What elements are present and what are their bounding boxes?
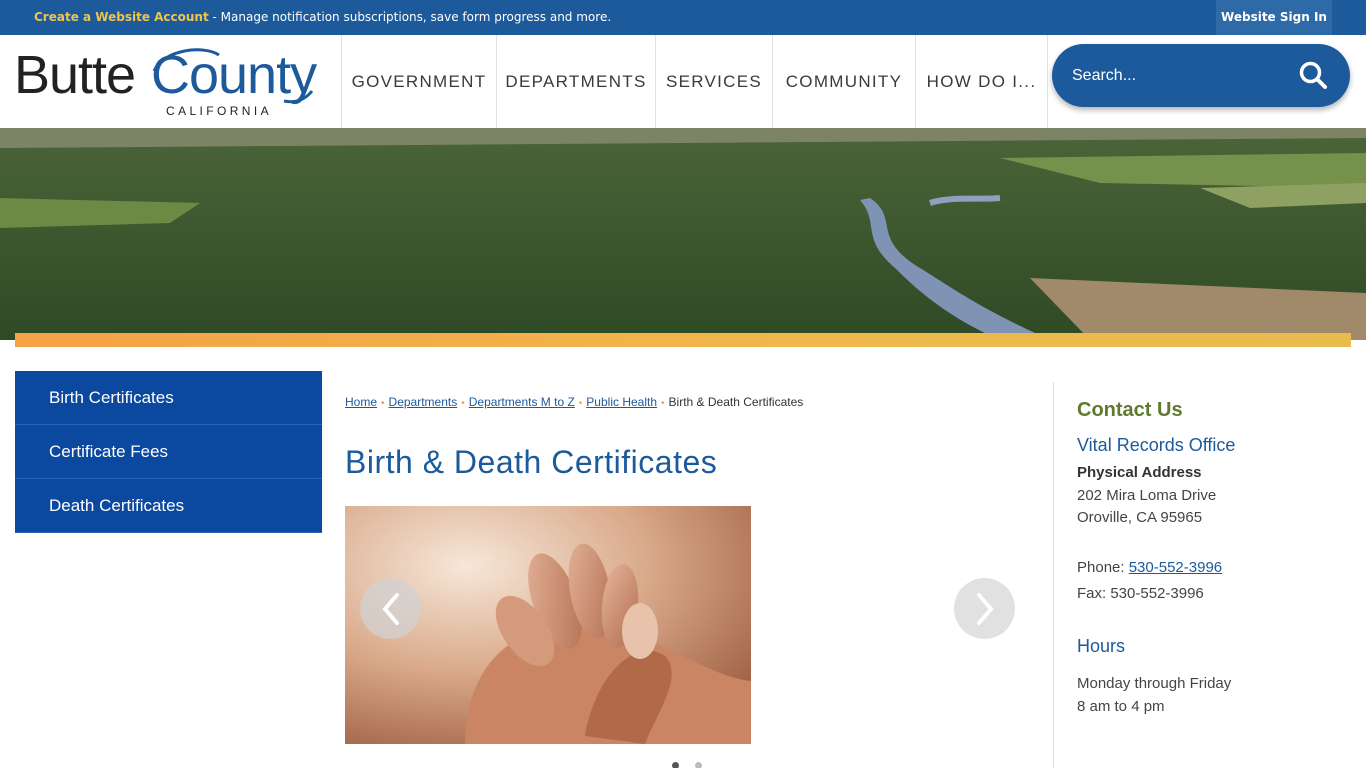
sidebar-item-certificate-fees[interactable]: Certificate Fees <box>15 425 322 479</box>
breadcrumb-current: Birth & Death Certificates <box>668 395 804 409</box>
main-navigation: GOVERNMENT DEPARTMENTS SERVICES COMMUNIT… <box>341 35 1048 128</box>
slideshow-dot-2[interactable] <box>695 762 702 768</box>
search-box[interactable]: Search... <box>1052 44 1350 107</box>
column-divider <box>1053 382 1054 768</box>
account-promo-text: - Manage notification subscriptions, sav… <box>208 10 612 24</box>
breadcrumb-link-departments[interactable]: Departments <box>389 395 458 409</box>
breadcrumb-separator: • <box>661 398 665 409</box>
page-title: Birth & Death Certificates <box>345 444 718 480</box>
logo-name-part1: Butte <box>14 45 135 105</box>
hours-heading: Hours <box>1077 636 1126 656</box>
breadcrumb-separator: • <box>461 398 465 409</box>
website-sign-in-button[interactable]: Website Sign In <box>1216 0 1332 35</box>
chevron-right-icon <box>976 592 994 625</box>
address-label: Physical Address <box>1077 464 1202 481</box>
phone-label: Phone: <box>1077 559 1129 576</box>
logo-state: CALIFORNIA <box>166 104 272 118</box>
slideshow-dot-1[interactable] <box>672 762 679 768</box>
sidebar-item-birth-certificates[interactable]: Birth Certificates <box>15 371 322 425</box>
slideshow-pager <box>672 762 702 768</box>
breadcrumb-link-departments-m-to-z[interactable]: Departments M to Z <box>469 395 575 409</box>
search-input[interactable]: Search... <box>1072 44 1136 107</box>
fax-line: Fax: 530-552-3996 <box>1077 585 1204 602</box>
search-icon[interactable] <box>1298 60 1328 90</box>
hero-banner-image <box>0 128 1366 340</box>
hours-line-2: 8 am to 4 pm <box>1077 698 1165 715</box>
contact-heading: Contact Us <box>1077 399 1183 421</box>
nav-item-services[interactable]: SERVICES <box>655 35 772 128</box>
banner-accent-bar <box>15 333 1351 347</box>
address-line-1: 202 Mira Loma Drive <box>1077 487 1217 504</box>
nav-item-how-do-i[interactable]: HOW DO I... <box>915 35 1048 128</box>
slideshow-next-button[interactable] <box>954 578 1015 639</box>
breadcrumb: Home • Departments • Departments M to Z • Publ… <box>345 395 803 409</box>
chevron-left-icon <box>381 592 399 625</box>
office-name-link[interactable]: Vital Records Office <box>1077 435 1235 456</box>
breadcrumb-link-home[interactable]: Home <box>345 395 377 409</box>
phone-line: Phone: 530-552-3996 <box>1077 559 1222 576</box>
breadcrumb-link-public-health[interactable]: Public Health <box>586 395 657 409</box>
nav-item-government[interactable]: GOVERNMENT <box>341 35 496 128</box>
hours-line-1: Monday through Friday <box>1077 675 1232 692</box>
breadcrumb-separator: • <box>578 398 583 409</box>
address-line-2: Oroville, CA 95965 <box>1077 509 1203 526</box>
create-account-link[interactable]: Create a Website Account <box>34 10 209 24</box>
nav-item-departments[interactable]: DEPARTMENTS <box>496 35 655 128</box>
sidebar-item-death-certificates[interactable]: Death Certificates <box>15 479 322 533</box>
slideshow-prev-button[interactable] <box>360 578 421 639</box>
nav-item-community[interactable]: COMMUNITY <box>772 35 915 128</box>
breadcrumb-separator: • <box>381 398 385 409</box>
top-utility-bar: Create a Website Account - Manage notifi… <box>0 0 1366 35</box>
account-promo: Create a Website Account - Manage notifi… <box>34 0 611 35</box>
phone-link[interactable]: 530-552-3996 <box>1129 559 1222 576</box>
side-navigation: Birth Certificates Certificate Fees Deat… <box>15 371 322 533</box>
butte-county-logo[interactable]: Butte County CALIFORNIA <box>14 41 324 121</box>
site-header: Butte County CALIFORNIA GOVERNMENT DEPAR… <box>0 35 1366 128</box>
